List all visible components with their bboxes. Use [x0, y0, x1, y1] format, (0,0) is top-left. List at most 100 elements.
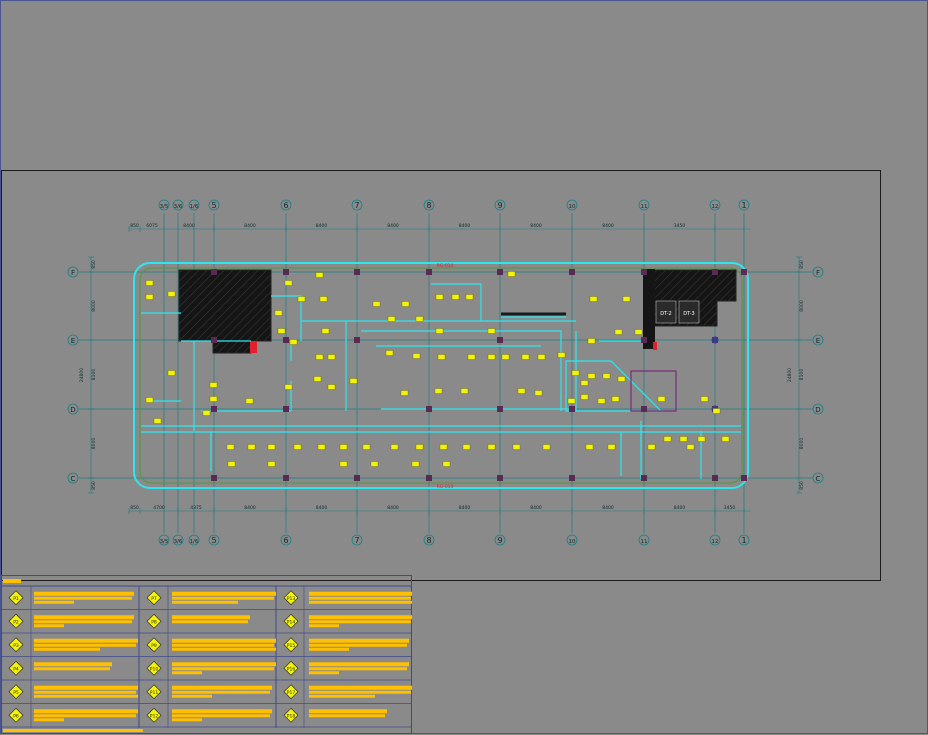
- fixture-tag: [168, 371, 175, 376]
- column: [426, 269, 432, 275]
- legend-desc-bar: [34, 601, 74, 604]
- legend-code-P14: P14: [287, 619, 296, 625]
- fixture-tag: [314, 377, 321, 382]
- fixture-tag: [268, 462, 275, 467]
- column: [354, 475, 360, 481]
- fixture-tag: [340, 445, 347, 450]
- red-marker: [250, 341, 257, 353]
- legend-desc-bar: [34, 686, 138, 690]
- fixture-tag: [248, 445, 255, 450]
- legend-code-P4: P4: [13, 666, 19, 672]
- fixture-tag: [488, 329, 495, 334]
- axis-label-6: 6: [283, 201, 288, 210]
- fixture-tag: [320, 297, 327, 302]
- dimension-total: 24800: [79, 368, 85, 382]
- column: [712, 475, 718, 481]
- axis-label-3/5: 3/5: [160, 539, 169, 545]
- dimension-value: 8400: [387, 223, 399, 229]
- legend-desc-bar: [309, 714, 385, 717]
- fixture-tag: [146, 295, 153, 300]
- legend-code-P17: P17: [287, 690, 296, 696]
- column: [641, 406, 647, 412]
- axis-label-8: 8: [426, 536, 431, 545]
- fixture-tag: [488, 445, 495, 450]
- legend-desc-bar: [34, 718, 64, 721]
- dimension-value: 8400: [244, 505, 256, 511]
- fixture-tag: [538, 355, 545, 360]
- legend-desc-bar: [309, 686, 412, 690]
- fixture-tag: [463, 445, 470, 450]
- fixture-tag: [572, 371, 579, 376]
- legend-desc-bar: [309, 671, 339, 674]
- fixture-tag: [278, 329, 285, 334]
- legend-desc-bar: [172, 597, 274, 600]
- fixture-tag: [328, 385, 335, 390]
- fixture-tag: [268, 445, 275, 450]
- legend-code-P3: P3: [13, 643, 19, 649]
- fixture-tag: [316, 355, 323, 360]
- legend-code-P9: P9: [151, 643, 157, 649]
- fixture-tag: [210, 383, 217, 388]
- legend-desc-bar: [309, 601, 412, 604]
- dimension-value: 8000: [91, 300, 97, 312]
- fixture-tag: [290, 340, 297, 345]
- legend-code-P18: P18: [287, 713, 296, 719]
- legend-code-P11: P11: [150, 690, 159, 696]
- perimeter-label-bottom: RG-010: [437, 484, 454, 490]
- legend-desc-bar: [34, 644, 136, 647]
- fixture-tag: [488, 355, 495, 360]
- legend-desc-bar: [34, 709, 138, 713]
- axis-label-13: 1: [741, 201, 746, 210]
- elevator-label-2: DT-2: [660, 311, 671, 317]
- axis-label-C: C: [71, 475, 76, 483]
- room-outline-purple: [631, 371, 676, 411]
- legend-code-P12: P12: [150, 713, 159, 719]
- axis-labels: 3/53/53/63/61/61/65566778899101011111212…: [68, 200, 823, 545]
- axis-label-7: 7: [354, 536, 359, 545]
- axis-label-11: 11: [641, 204, 648, 210]
- legend-code-P13: P13: [287, 596, 296, 602]
- axis-label-3/6: 3/6: [174, 204, 183, 210]
- legend-code-P10: P10: [150, 666, 159, 672]
- axis-label-12: 12: [712, 204, 719, 210]
- fixture-tag: [340, 462, 347, 467]
- legend-desc-bar: [309, 592, 412, 596]
- column: [641, 337, 647, 343]
- column: [569, 406, 575, 412]
- legend-desc-bar: [34, 667, 110, 670]
- fixture-tag: [522, 355, 529, 360]
- legend-desc-bar: [309, 620, 411, 623]
- legend-desc-bar: [172, 662, 276, 666]
- axis-label-11: 11: [641, 539, 648, 545]
- legend-desc-bar: [172, 718, 202, 721]
- column: [712, 269, 718, 275]
- dimension-value: 8400: [387, 505, 399, 511]
- fixture-tag: [687, 445, 694, 450]
- fixture-tag: [581, 395, 588, 400]
- dimension-value: 850: [799, 260, 805, 269]
- dimension-value: 8400: [602, 505, 614, 511]
- legend-desc-bar: [34, 597, 132, 600]
- legend-footer-bar: [3, 729, 143, 732]
- legend-desc-bar: [172, 620, 248, 623]
- legend-desc-bar: [172, 601, 238, 604]
- column: [211, 406, 217, 412]
- legend-desc-bar: [172, 686, 272, 690]
- dimension-value: 8400: [602, 223, 614, 229]
- fixture-tag: [154, 419, 161, 424]
- fixture-tag: [648, 445, 655, 450]
- legend-desc-bar: [172, 648, 276, 651]
- drawing-viewport[interactable]: 850 6075 8400 8400 8400 8400 8400 8400 8400 3450 8…: [0, 0, 928, 734]
- fixture-tag: [608, 445, 615, 450]
- fixture-tag: [508, 272, 515, 277]
- legend-desc-bar: [309, 615, 412, 619]
- legend-table: P1 P7 P13P2 P8 P14P3 P9 P15P4 P10 P16P5 P11 P17P6 P…: [1, 575, 412, 735]
- perimeter-label-top: RG-010: [437, 263, 454, 269]
- legend-desc-bar: [309, 695, 375, 698]
- dimension-value: 8400: [183, 223, 195, 229]
- fixture-tag: [468, 355, 475, 360]
- fixture-tag: [388, 317, 395, 322]
- legend-code-P2: P2: [13, 619, 19, 625]
- fixture-tag: [618, 377, 625, 382]
- axis-label-D: D: [815, 406, 820, 414]
